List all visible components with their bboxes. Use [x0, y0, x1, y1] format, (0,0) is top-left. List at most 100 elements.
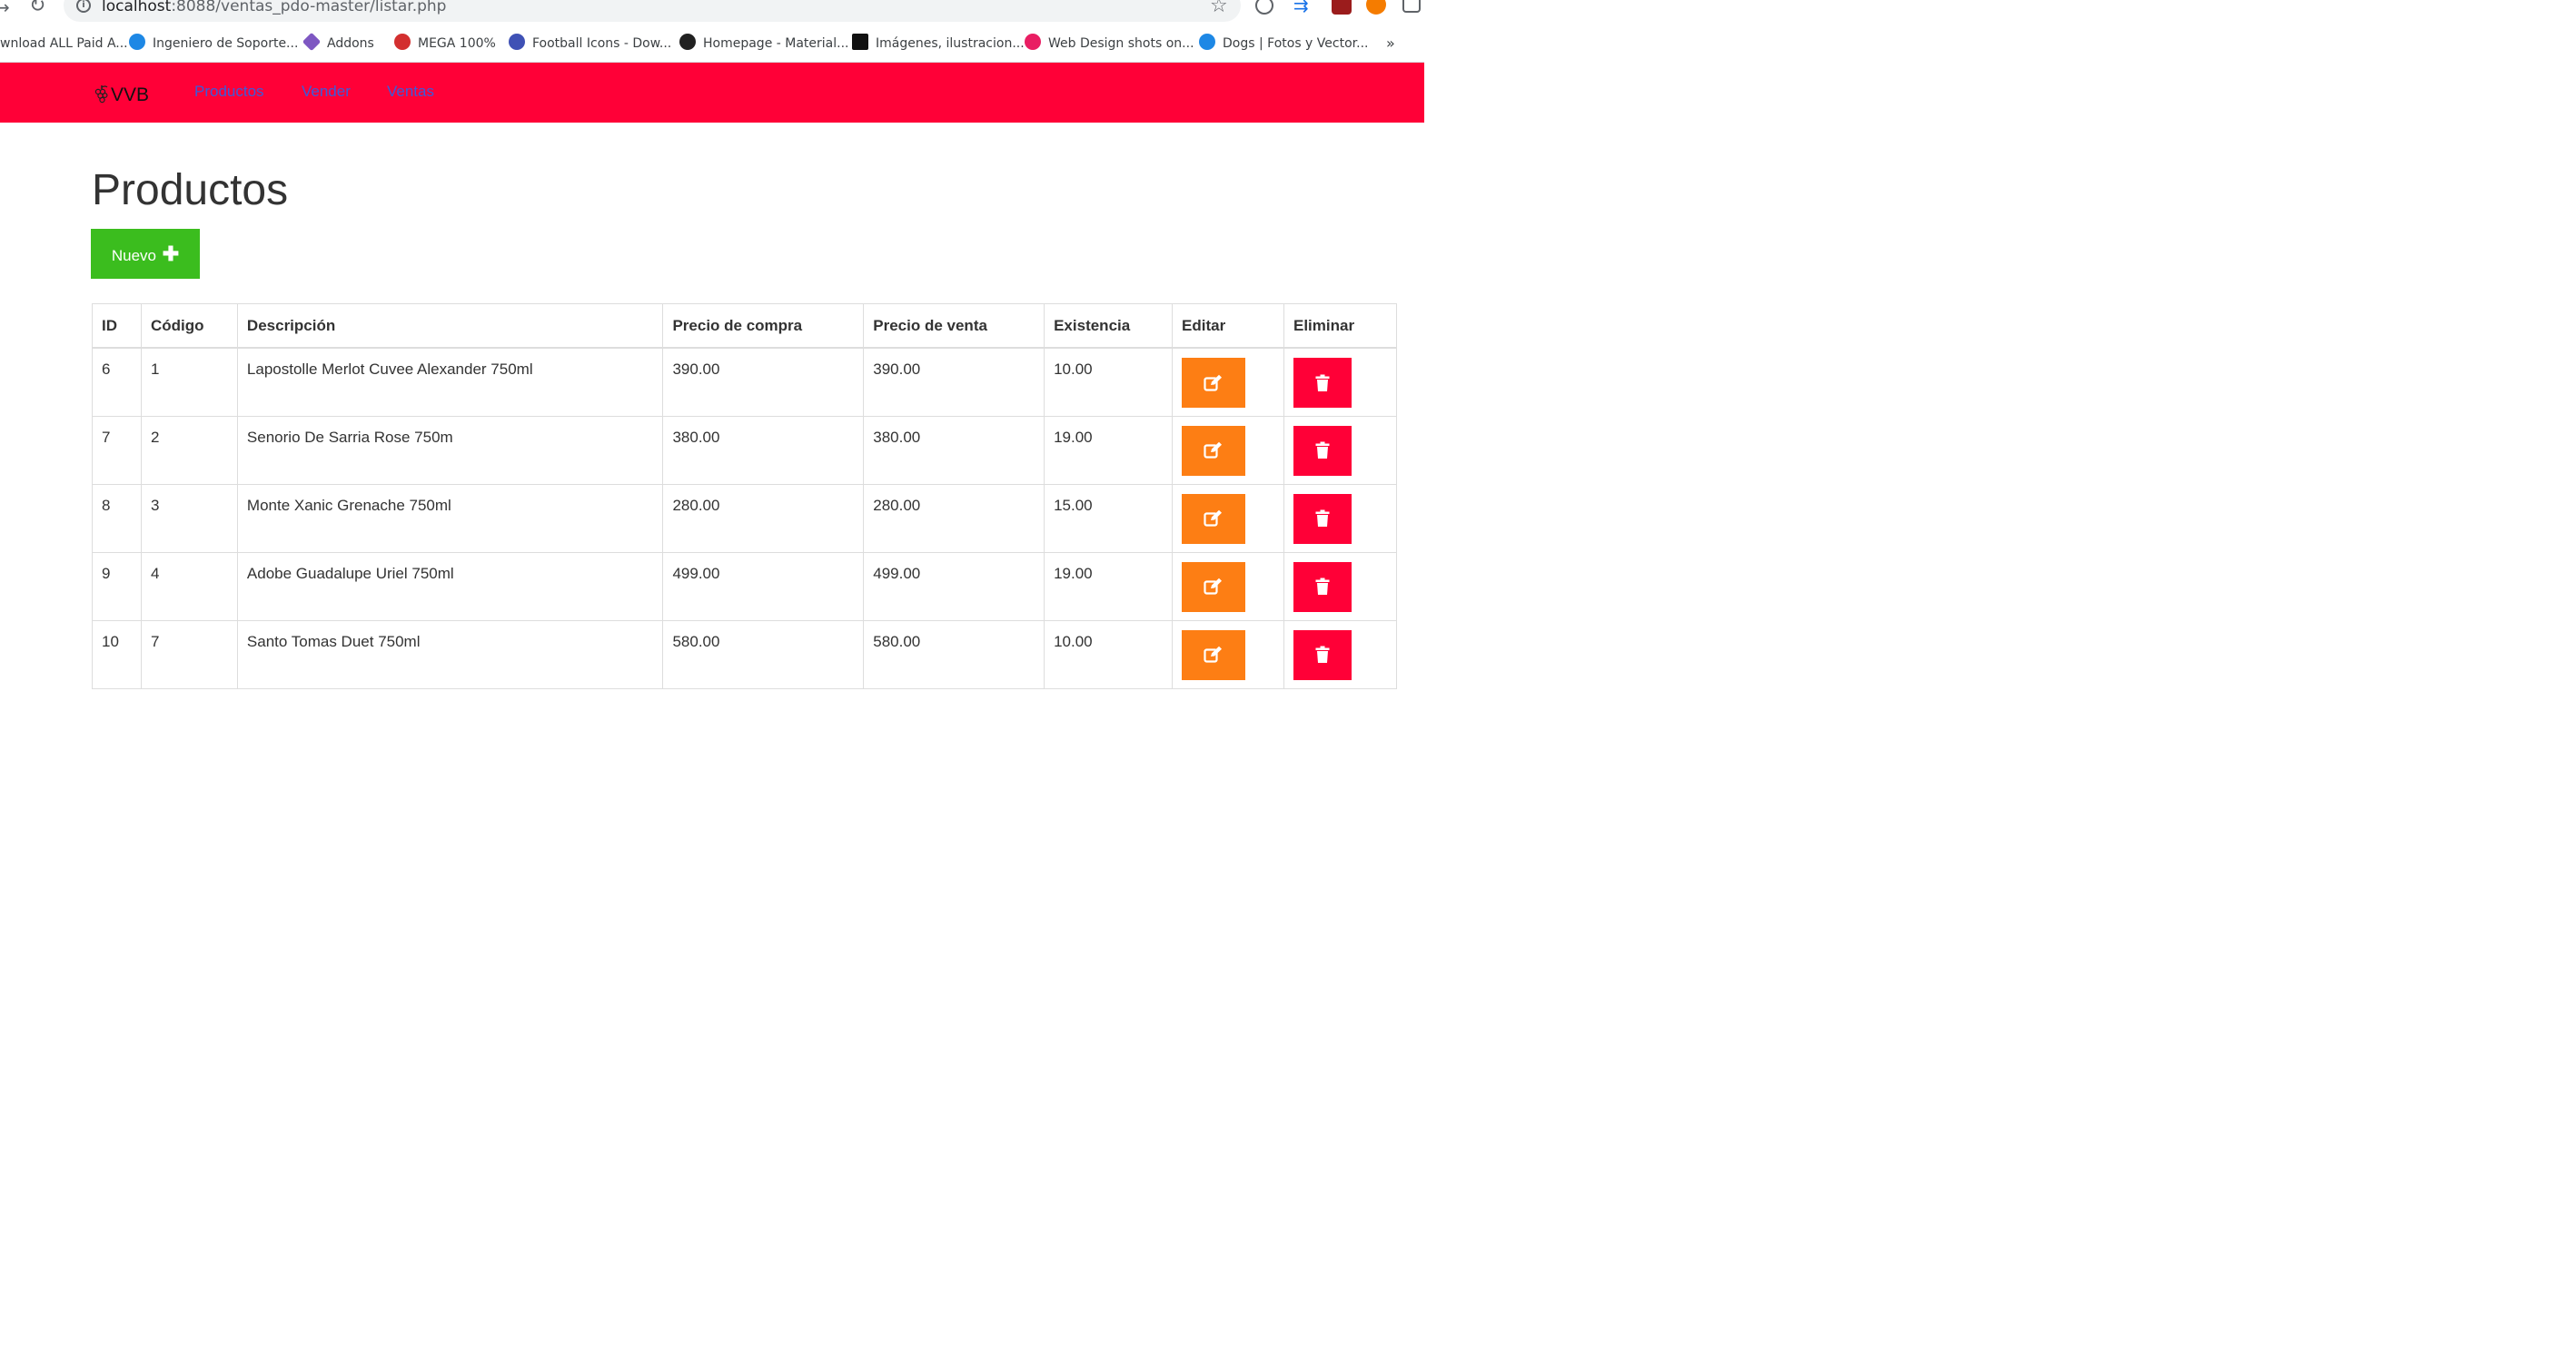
cell-eliminar	[1283, 619, 1398, 689]
cell-editar	[1172, 551, 1284, 621]
bookmark-label: Dogs | Fotos y Vector...	[1223, 36, 1369, 51]
edit-button[interactable]	[1182, 425, 1246, 476]
trash-icon	[1315, 441, 1330, 459]
bookmarks-bar: wnload ALL Paid A... Ingeniero de Soport…	[0, 25, 1424, 63]
bookmark-item[interactable]: Imágenes, ilustracion...	[852, 34, 1025, 53]
trash-icon	[1315, 374, 1330, 391]
grapes-icon	[94, 85, 108, 104]
cell-eliminar	[1283, 347, 1398, 417]
cell-editar	[1172, 415, 1284, 485]
edit-icon	[1204, 374, 1223, 391]
delete-button[interactable]	[1293, 425, 1352, 476]
nav-link-productos[interactable]: Productos	[194, 83, 264, 101]
cell-editar	[1172, 483, 1284, 553]
page-title: Productos	[92, 166, 289, 214]
cell-editar	[1172, 347, 1284, 417]
bookmark-star-icon[interactable]: ☆	[1210, 0, 1228, 17]
bookmark-label: Web Design shots on...	[1048, 36, 1194, 51]
cell-eliminar	[1283, 551, 1398, 621]
column-header-eliminar: Eliminar	[1283, 303, 1398, 349]
column-header-precio-venta: Precio de venta	[863, 303, 1045, 349]
reload-icon[interactable]: ↻	[29, 0, 45, 16]
cell-precio-compra: 280.00	[662, 483, 865, 553]
delete-button[interactable]	[1293, 629, 1352, 680]
cell-precio-compra: 380.00	[662, 415, 865, 485]
cell-precio-compra: 499.00	[662, 551, 865, 621]
edit-icon	[1204, 646, 1223, 663]
trash-icon	[1315, 578, 1330, 595]
brand-label: VVB	[111, 84, 150, 105]
url-text[interactable]: localhost:8088/ventas_pdo-master/listar.…	[102, 0, 446, 15]
table-row: 6 1 Lapostolle Merlot Cuvee Alexander 75…	[92, 347, 1398, 417]
brand[interactable]: VVB	[94, 84, 149, 106]
cell-id: 10	[92, 619, 142, 689]
new-product-button[interactable]: Nuevo ✚	[91, 229, 200, 279]
url-path: :8088/ventas_pdo-master/listar.php	[171, 0, 447, 15]
delete-button[interactable]	[1293, 561, 1352, 612]
cell-precio-compra: 390.00	[662, 347, 865, 417]
edit-button[interactable]	[1182, 358, 1246, 408]
trash-icon	[1315, 646, 1330, 663]
bookmark-item[interactable]: Dogs | Fotos y Vector...	[1199, 34, 1369, 53]
cell-codigo: 1	[140, 347, 238, 417]
cell-precio-venta: 380.00	[863, 415, 1045, 485]
forward-icon[interactable]: →	[0, 0, 10, 16]
cell-descripcion: Monte Xanic Grenache 750ml	[236, 483, 664, 553]
column-header-editar: Editar	[1172, 303, 1284, 349]
cell-precio-venta: 580.00	[863, 619, 1045, 689]
bookmark-item[interactable]: Web Design shots on...	[1025, 34, 1194, 53]
extension-orange-icon[interactable]	[1366, 0, 1386, 15]
table-row: 10 7 Santo Tomas Duet 750ml 580.00 580.0…	[92, 619, 1398, 689]
extension-ublock-icon[interactable]	[1332, 0, 1352, 15]
bookmark-favicon-icon	[1025, 34, 1041, 50]
bookmark-item[interactable]: Addons	[302, 32, 374, 53]
delete-button[interactable]	[1293, 493, 1352, 544]
cell-id: 6	[92, 347, 142, 417]
bookmark-item[interactable]: Ingeniero de Soporte...	[129, 34, 299, 53]
extension-sync-icon[interactable]	[1255, 0, 1273, 15]
edit-icon	[1204, 441, 1223, 459]
new-button-label: Nuevo	[111, 246, 156, 264]
cell-precio-compra: 580.00	[662, 619, 865, 689]
bookmark-item[interactable]: MEGA 100%	[394, 34, 496, 53]
cell-existencia: 10.00	[1044, 619, 1174, 689]
extension-camera-icon[interactable]	[1402, 0, 1421, 13]
bookmark-label: Ingeniero de Soporte...	[153, 36, 299, 51]
bookmark-item[interactable]: wnload ALL Paid A...	[0, 35, 128, 53]
nav-link-ventas[interactable]: Ventas	[387, 83, 434, 101]
cell-id: 7	[92, 415, 142, 485]
bookmark-favicon-icon	[679, 34, 696, 50]
cell-existencia: 19.00	[1044, 415, 1174, 485]
delete-button[interactable]	[1293, 358, 1352, 408]
cell-existencia: 19.00	[1044, 551, 1174, 621]
url-host: localhost	[102, 0, 172, 15]
bookmark-item[interactable]: Football Icons - Dow...	[509, 34, 672, 53]
cell-descripcion: Adobe Guadalupe Uriel 750ml	[236, 551, 664, 621]
cell-codigo: 7	[140, 619, 238, 689]
table-header-row: ID Código Descripción Precio de compra P…	[92, 303, 1398, 349]
bookmark-item[interactable]: Homepage - Material...	[679, 34, 849, 53]
trash-icon	[1315, 509, 1330, 527]
cell-codigo: 2	[140, 415, 238, 485]
table-row: 9 4 Adobe Guadalupe Uriel 750ml 499.00 4…	[92, 551, 1398, 621]
bookmarks-more-button[interactable]: »	[1386, 35, 1395, 53]
bookmark-favicon-icon	[1199, 34, 1215, 50]
cell-descripcion: Lapostolle Merlot Cuvee Alexander 750ml	[236, 347, 664, 417]
edit-button[interactable]	[1182, 493, 1246, 544]
cell-precio-venta: 499.00	[863, 551, 1045, 621]
cell-existencia: 15.00	[1044, 483, 1174, 553]
products-table: ID Código Descripción Precio de compra P…	[92, 303, 1398, 689]
edit-button[interactable]	[1182, 629, 1246, 680]
bookmark-favicon-icon	[394, 34, 411, 50]
nav-link-vender[interactable]: Vender	[302, 83, 351, 101]
bookmark-favicon-icon	[509, 34, 525, 50]
column-header-id: ID	[92, 303, 142, 349]
bookmark-label: Football Icons - Dow...	[532, 36, 672, 51]
extension-send-icon[interactable]: ⇉	[1293, 0, 1309, 15]
more-chevron-icon: »	[1386, 35, 1395, 52]
cell-codigo: 4	[140, 551, 238, 621]
edit-icon	[1204, 509, 1223, 527]
table-row: 8 3 Monte Xanic Grenache 750ml 280.00 28…	[92, 483, 1398, 553]
edit-button[interactable]	[1182, 561, 1246, 612]
cell-codigo: 3	[140, 483, 238, 553]
